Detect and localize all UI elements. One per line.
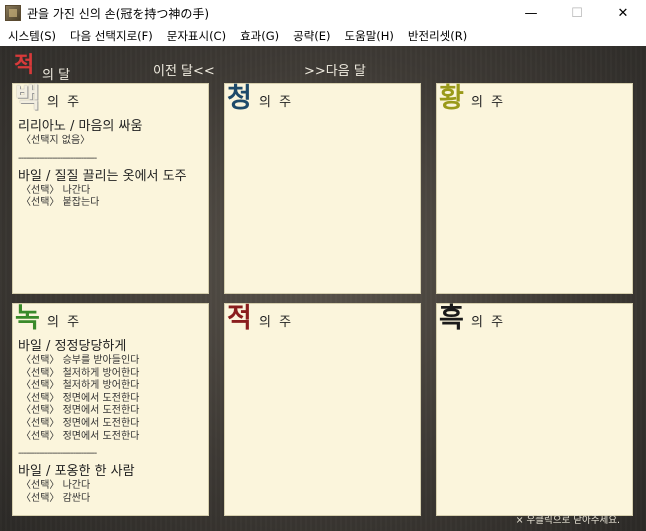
menu-system[interactable]: 시스템(S) [2,28,64,44]
next-month-button[interactable]: >>다음 달 [304,60,366,79]
app-icon [5,5,21,21]
week-body: 리리아노 / 마음의 싸움 〈선택지 없음〉 -----------------… [18,118,206,210]
choice-item: 〈선택〉 나간다 [21,480,91,492]
window-controls: — ☐ ✕ [508,0,646,26]
walkthrough-screen: 적 의 달 이전 달<< >>다음 달 백 의 주 리리아노 / 마음의 싸움 … [0,46,646,531]
choice-item: 〈선택〉 철저하게 방어한다 [21,380,140,392]
menu-next-choice[interactable]: 다음 선택지로(F) [64,28,161,44]
prev-month-button[interactable]: 이전 달<< [153,60,215,79]
choice-item: 〈선택〉 붙잡는다 [21,197,100,209]
choice-item: 〈선택지 없음〉 [21,135,91,146]
window-title: 관을 가진 신의 손(冠を持つ神の手) [27,6,210,21]
menu-effects[interactable]: 효과(G) [234,28,287,44]
week-panel-red: 적 의 주 [224,303,421,516]
week-suffix: 의 주 [471,315,506,330]
choice-item: 〈선택〉 승부를 받아들인다 [21,355,140,366]
divider: ------------------------------ [18,152,97,164]
game-window: 관을 가진 신의 손(冠を持つ神の手) — ☐ ✕ 시스템(S) 다음 선택지로… [0,0,646,531]
route-title: 바일 / 포옹한 한 사람 [18,464,135,480]
week-panel-white: 백 의 주 리리아노 / 마음의 싸움 〈선택지 없음〉 -----------… [12,83,209,294]
week-suffix: 의 주 [471,95,506,110]
route-title: 바일 / 질질 끌리는 옷에서 도주 [18,168,187,184]
choice-item: 〈선택〉 정면에서 도전한다 [21,392,140,404]
menu-text-display[interactable]: 문자표시(C) [161,28,234,44]
week-char-white: 백 [15,83,40,114]
menu-walkthrough[interactable]: 공략(E) [287,28,338,44]
route-title: 바일 / 정정당당하게 [18,339,127,354]
week-panel-yellow: 황 의 주 [436,83,633,294]
week-panel-blue: 청 의 주 [224,83,421,294]
menu-reset[interactable]: 반전리셋(R) [402,28,475,44]
week-char-yellow: 황 [439,83,464,114]
week-char-green: 녹 [15,303,40,334]
week-char-black: 흑 [439,303,464,334]
minimize-button[interactable]: — [508,0,554,26]
menu-help[interactable]: 도움말(H) [339,28,402,44]
choice-item: 〈선택〉 정면에서 도전한다 [21,430,140,442]
month-name-char: 적 [14,52,35,78]
choice-item: 〈선택〉 정면에서 도전한다 [21,417,140,429]
week-suffix: 의 주 [47,315,82,330]
week-suffix: 의 주 [259,315,294,330]
month-navigation: 적 의 달 이전 달<< >>다음 달 [0,52,646,83]
divider: ------------------------------ [18,448,97,460]
week-char-red: 적 [227,303,252,334]
week-suffix: 의 주 [47,95,82,110]
menu-bar: 시스템(S) 다음 선택지로(F) 문자표시(C) 효과(G) 공략(E) 도움… [0,26,646,46]
week-panel-green: 녹 의 주 바일 / 정정당당하게 〈선택〉 승부를 받아들인다 〈선택〉 철저… [12,303,209,516]
close-hint: × 우클릭으로 닫아주세요. [515,515,620,526]
choice-item: 〈선택〉 나간다 [21,184,91,196]
choice-item: 〈선택〉 감싼다 [21,492,91,504]
choice-item: 〈선택〉 철저하게 방어한다 [21,367,140,379]
month-name-suffix: 의 달 [42,68,71,83]
week-body: 바일 / 정정당당하게 〈선택〉 승부를 받아들인다 〈선택〉 철저하게 방어한… [18,338,206,505]
choice-item: 〈선택〉 정면에서 도전한다 [21,405,140,417]
title-bar[interactable]: 관을 가진 신의 손(冠を持つ神の手) — ☐ ✕ [0,0,646,26]
week-suffix: 의 주 [259,95,294,110]
route-title: 리리아노 / 마음의 싸움 [18,119,143,134]
week-char-blue: 청 [227,83,252,114]
close-button[interactable]: ✕ [600,0,646,26]
week-panel-black: 흑 의 주 [436,303,633,516]
maximize-button[interactable]: ☐ [554,0,600,26]
